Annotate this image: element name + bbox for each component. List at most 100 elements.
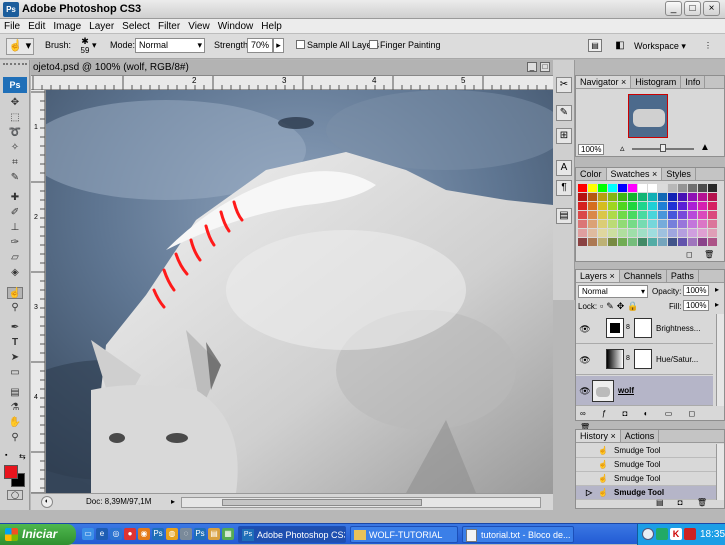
color-swatch[interactable]: [658, 193, 667, 201]
type-tool-icon[interactable]: T: [7, 337, 23, 349]
status-menu-arrow-icon[interactable]: ▸: [171, 497, 175, 506]
color-swatch[interactable]: [698, 211, 707, 219]
color-swatch[interactable]: [608, 202, 617, 210]
color-swatch[interactable]: [688, 202, 697, 210]
color-swatch[interactable]: [648, 211, 657, 219]
strength-input[interactable]: 70%: [247, 38, 273, 53]
color-swatch[interactable]: [588, 220, 597, 228]
shape-tool-icon[interactable]: ▭: [7, 367, 23, 379]
navigator-zoom-input[interactable]: 100%: [578, 144, 605, 155]
color-swatch[interactable]: [648, 229, 657, 237]
tab-channels[interactable]: Channels: [620, 270, 667, 282]
color-swatch[interactable]: [708, 202, 717, 210]
color-swatch[interactable]: [678, 211, 687, 219]
color-swatch[interactable]: [628, 229, 637, 237]
menu-edit[interactable]: Edit: [24, 19, 49, 34]
fill-arrow-icon[interactable]: ▸: [715, 300, 719, 309]
horizontal-scrollbar[interactable]: [181, 497, 541, 508]
color-swatch[interactable]: [648, 238, 657, 246]
color-swatch[interactable]: [638, 193, 647, 201]
path-selection-tool-icon[interactable]: ➤: [7, 352, 23, 364]
color-swatch[interactable]: [708, 193, 717, 201]
default-colors-icon[interactable]: ▪: [5, 452, 13, 459]
color-swatch[interactable]: [698, 220, 707, 228]
quicklaunch-icon[interactable]: ●: [124, 528, 136, 540]
quicklaunch-icon[interactable]: ◌: [180, 528, 192, 540]
color-swatch[interactable]: [638, 202, 647, 210]
minimize-button[interactable]: _: [665, 1, 682, 16]
show-desktop-icon[interactable]: ▭: [82, 528, 94, 540]
color-swatch[interactable]: [598, 202, 607, 210]
internet-explorer-icon[interactable]: e: [96, 528, 108, 540]
opacity-arrow-icon[interactable]: ▸: [715, 285, 719, 294]
tab-color[interactable]: Color: [576, 168, 607, 180]
taskbar-button-notepad[interactable]: tutorial.txt - Bloco de...: [462, 526, 574, 543]
color-swatch[interactable]: [648, 202, 657, 210]
layer-comps-icon[interactable]: ▤: [556, 208, 572, 224]
quicklaunch-icon[interactable]: ◍: [166, 528, 178, 540]
color-swatch[interactable]: [628, 238, 637, 246]
tray-icon[interactable]: [642, 528, 654, 540]
color-swatch[interactable]: [628, 184, 637, 192]
pen-tool-icon[interactable]: ✒: [7, 322, 23, 334]
color-swatch[interactable]: [658, 229, 667, 237]
mode-select[interactable]: Normal ▾: [135, 38, 205, 53]
color-swatch[interactable]: [578, 193, 587, 201]
eye-icon[interactable]: 👁: [579, 354, 591, 366]
color-swatch[interactable]: [648, 193, 657, 201]
eraser-tool-icon[interactable]: ▱: [7, 252, 23, 264]
color-swatch[interactable]: [608, 211, 617, 219]
color-swatch[interactable]: [608, 229, 617, 237]
color-swatch[interactable]: [668, 211, 677, 219]
history-item[interactable]: ☝ Smudge Tool: [576, 458, 716, 472]
layer-actions-bar[interactable]: ∞ ƒ ◘ ◐ ▭ ◻ 🗑: [576, 407, 724, 432]
menu-layer[interactable]: Layer: [85, 19, 118, 34]
lock-options-icon[interactable]: ▫✎✥🔒: [600, 301, 641, 312]
menu-window[interactable]: Window: [214, 19, 258, 34]
color-swatch[interactable]: [598, 193, 607, 201]
marquee-tool-icon[interactable]: ⬚: [7, 112, 23, 124]
doc-maximize-button[interactable]: □: [540, 62, 550, 72]
tab-actions[interactable]: Actions: [621, 430, 660, 442]
color-swatch[interactable]: [618, 229, 627, 237]
scrollbar-thumb[interactable]: [222, 499, 422, 506]
history-item[interactable]: ☝ Smudge Tool: [576, 472, 716, 486]
tab-paths[interactable]: Paths: [667, 270, 699, 282]
color-swatch[interactable]: [668, 238, 677, 246]
menu-view[interactable]: View: [184, 19, 214, 34]
color-swatch[interactable]: [668, 229, 677, 237]
clone-stamp-tool-icon[interactable]: ⊥: [7, 222, 23, 234]
color-swatch[interactable]: [658, 211, 667, 219]
color-swatch[interactable]: [578, 220, 587, 228]
color-swatch[interactable]: [668, 184, 677, 192]
color-swatch[interactable]: [628, 211, 637, 219]
blend-mode-select[interactable]: Normal ▾: [578, 285, 648, 298]
history-scrollbar[interactable]: [716, 444, 724, 500]
color-swatch[interactable]: [578, 229, 587, 237]
start-button[interactable]: Iniciar: [0, 524, 76, 545]
color-swatch[interactable]: [658, 184, 667, 192]
color-swatch[interactable]: [588, 202, 597, 210]
image-canvas[interactable]: [46, 90, 553, 493]
color-swatch[interactable]: [708, 229, 717, 237]
zoom-out-icon[interactable]: ▵: [620, 143, 625, 154]
menu-filter[interactable]: Filter: [154, 19, 184, 34]
color-swatch[interactable]: [638, 229, 647, 237]
color-swatch[interactable]: [638, 184, 647, 192]
color-swatch[interactable]: [658, 238, 667, 246]
finger-painting-checkbox[interactable]: [369, 40, 378, 49]
tab-info[interactable]: Info: [681, 76, 706, 88]
zoom-indicator-icon[interactable]: ◐: [41, 496, 53, 508]
firefox-icon[interactable]: ◉: [138, 528, 150, 540]
color-swatch[interactable]: [618, 184, 627, 192]
color-swatch[interactable]: [588, 211, 597, 219]
color-swatch[interactable]: [708, 238, 717, 246]
color-swatch[interactable]: [628, 193, 637, 201]
magic-wand-tool-icon[interactable]: ✧: [7, 142, 23, 154]
color-swatch[interactable]: [638, 211, 647, 219]
layers-scrollbar[interactable]: [716, 314, 724, 406]
eye-icon[interactable]: 👁: [579, 323, 591, 335]
history-actions-bar[interactable]: ▤ ◘ 🗑: [656, 498, 713, 507]
color-swatch[interactable]: [708, 220, 717, 228]
color-swatch[interactable]: [688, 238, 697, 246]
